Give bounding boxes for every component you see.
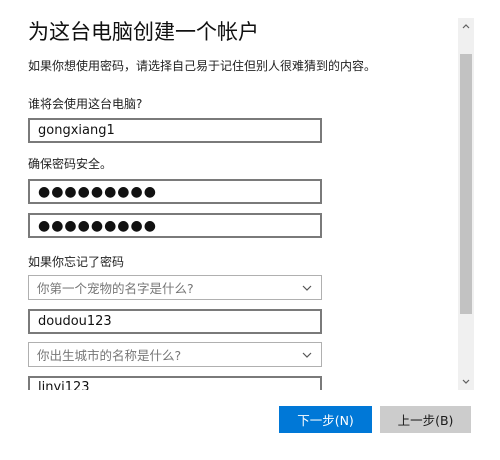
vertical-scrollbar[interactable]	[458, 18, 474, 390]
chevron-down-icon	[301, 349, 313, 361]
username-input[interactable]: gongxiang1	[28, 118, 322, 143]
account-setup-page: 为这台电脑创建一个帐户 如果你想使用密码，请选择自己易于记住但别人很难猜到的内容…	[0, 0, 500, 460]
confirm-password-input[interactable]: ●●●●●●●●●	[28, 213, 322, 238]
security-question-1-placeholder: 你第一个宠物的名字是什么?	[37, 281, 194, 296]
security-question-1-select[interactable]: 你第一个宠物的名字是什么?	[28, 275, 322, 300]
scroll-up-arrow-icon[interactable]	[458, 18, 474, 34]
security-question-2-placeholder: 你出生城市的名称是什么?	[37, 348, 182, 363]
form-area: 为这台电脑创建一个帐户 如果你想使用密码，请选择自己易于记住但别人很难猜到的内容…	[28, 0, 448, 390]
page-title: 为这台电脑创建一个帐户	[28, 20, 259, 44]
next-button[interactable]: 下一步(N)	[279, 406, 372, 433]
security-answer-2-input[interactable]: linyi123	[28, 376, 322, 390]
page-description: 如果你想使用密码，请选择自己易于记住但别人很难猜到的内容。	[28, 59, 377, 73]
back-button[interactable]: 上一步(B)	[380, 406, 471, 433]
security-answer-1-input[interactable]: doudou123	[28, 309, 322, 334]
recovery-section-label: 如果你忘记了密码	[28, 255, 125, 269]
scroll-down-arrow-icon[interactable]	[458, 374, 474, 390]
password-section-label: 确保密码安全。	[28, 157, 113, 171]
chevron-down-icon	[301, 282, 313, 294]
scrollbar-thumb[interactable]	[460, 54, 472, 314]
security-question-2-select[interactable]: 你出生城市的名称是什么?	[28, 342, 322, 367]
password-input[interactable]: ●●●●●●●●●	[28, 179, 322, 204]
user-section-label: 谁将会使用这台电脑?	[28, 97, 143, 111]
